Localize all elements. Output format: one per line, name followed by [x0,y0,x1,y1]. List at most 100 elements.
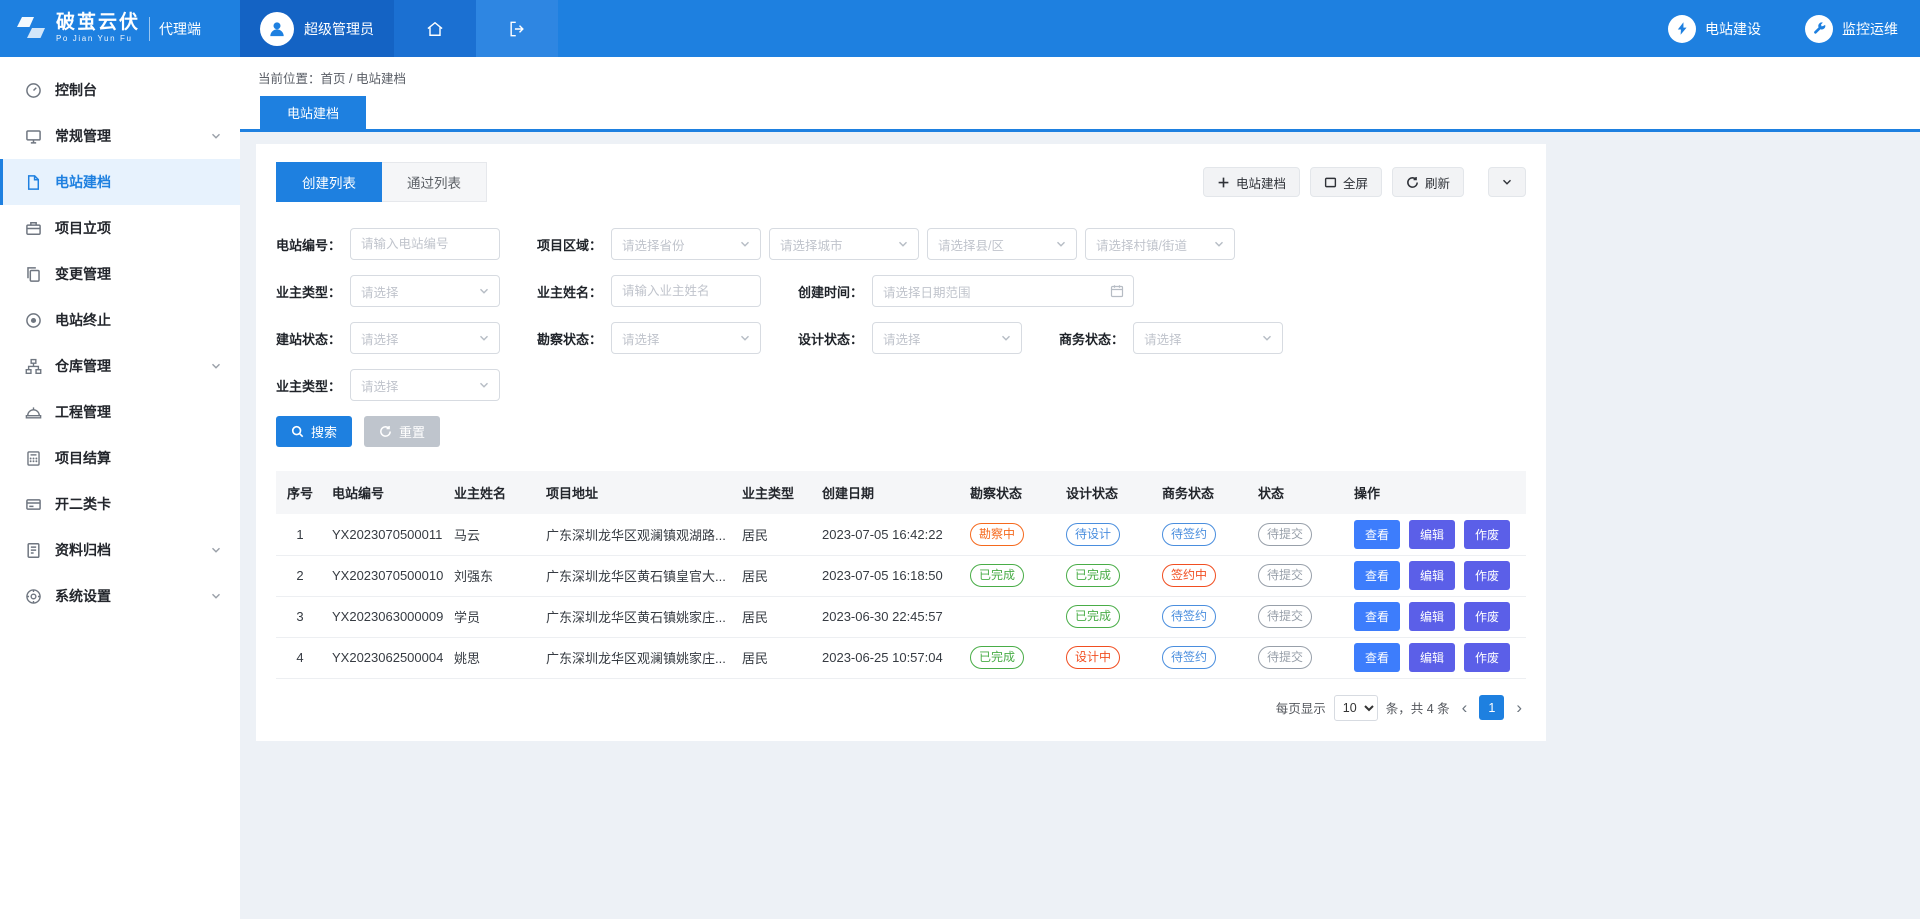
column-header: 操作 [1346,471,1526,514]
file-icon [25,174,42,191]
void-button[interactable]: 作废 [1464,561,1510,590]
sidebar-item-system-settings[interactable]: 系统设置 [0,573,240,619]
list-tabs: 创建列表 通过列表 [276,162,487,202]
owner-type-select-2[interactable]: 请选择 [350,369,500,401]
fullscreen-button[interactable]: 全屏 [1310,167,1382,197]
date-placeholder: 请选择日期范围 [883,282,971,301]
chevron-down-icon [1055,238,1067,250]
logo: 破茧云伏 Po Jian Yun Fu 代理端 [0,0,240,57]
chevron-down-icon [1000,332,1012,344]
logout-button[interactable] [476,0,558,57]
status-pill: 勘察中 [970,523,1024,546]
edit-button[interactable]: 编辑 [1409,643,1455,672]
nav-station-construction[interactable]: 电站建设 [1646,0,1783,57]
prev-page-button[interactable]: ‹ [1458,699,1472,716]
reset-button[interactable]: 重置 [364,416,440,447]
station-no-input[interactable] [350,228,500,260]
cell-owner: 姚思 [446,637,538,678]
void-button[interactable]: 作废 [1464,602,1510,631]
collapse-filters-button[interactable] [1488,167,1526,197]
nav-monitor-ops[interactable]: 监控运维 [1783,0,1920,57]
sidebar-item-station-archive[interactable]: 电站建档 [0,159,240,205]
stations-table: 序号电站编号业主姓名项目地址业主类型创建日期勘察状态设计状态商务状态状态操作1Y… [276,471,1526,679]
logo-divider [149,17,150,41]
copy-icon [25,266,42,283]
sidebar-item-data-archive[interactable]: 资料归档 [0,527,240,573]
edit-button[interactable]: 编辑 [1409,561,1455,590]
chevron-down-icon [210,360,222,372]
sidebar-item-second-class-card[interactable]: 开二类卡 [0,481,240,527]
edit-button[interactable]: 编辑 [1409,520,1455,549]
page-1-button[interactable]: 1 [1479,695,1504,720]
plus-icon [1217,176,1230,189]
nav-label: 监控运维 [1842,19,1898,39]
settings-icon [25,588,42,605]
home-button[interactable] [394,0,476,57]
sidebar-item-engineering-mgmt[interactable]: 工程管理 [0,389,240,435]
topbar-spacer [558,0,1646,57]
cell-design-status: 已完成 [1058,596,1154,637]
cell-created: 2023-06-25 10:57:04 [814,637,962,678]
sidebar-item-station-termination[interactable]: 电站终止 [0,297,240,343]
chevron-down-icon [739,238,751,250]
design-status-select[interactable]: 请选择 [872,322,1022,354]
view-button[interactable]: 查看 [1354,561,1400,590]
village-select[interactable]: 请选择村镇/街道 [1085,228,1235,260]
sidebar-item-console[interactable]: 控制台 [0,67,240,113]
owner-name-input[interactable] [611,275,761,307]
fullscreen-icon [1324,176,1337,189]
build-status-select[interactable]: 请选择 [350,322,500,354]
search-button[interactable]: 搜索 [276,416,352,447]
survey-status-select[interactable]: 请选择 [611,322,761,354]
sidebar-item-project-initiation[interactable]: 项目立项 [0,205,240,251]
sidebar-item-general-mgmt[interactable]: 常规管理 [0,113,240,159]
column-header: 商务状态 [1154,471,1250,514]
status-pill: 待提交 [1258,646,1312,669]
view-button[interactable]: 查看 [1354,602,1400,631]
sidebar-item-label: 项目立项 [55,218,111,238]
edit-button[interactable]: 编辑 [1409,602,1455,631]
refresh-icon [1406,176,1419,189]
select-placeholder: 请选择 [361,376,399,395]
logo-text: 破茧云伏 Po Jian Yun Fu [56,13,140,43]
column-header: 序号 [276,471,324,514]
sidebar-item-change-mgmt[interactable]: 变更管理 [0,251,240,297]
cell-owner: 刘强东 [446,555,538,596]
view-button[interactable]: 查看 [1354,643,1400,672]
district-select[interactable]: 请选择县/区 [927,228,1077,260]
sidebar-item-label: 变更管理 [55,264,111,284]
filter-row: 电站编号：项目区域：请选择省份请选择城市请选择县/区请选择村镇/街道 [276,228,1526,260]
cell-address: 广东深圳龙华区黄石镇姚家庄... [538,596,734,637]
page-tab-station-archive[interactable]: 电站建档 [260,96,366,129]
breadcrumb-home[interactable]: 首页 [321,72,346,86]
tab-passed-list[interactable]: 通过列表 [382,162,487,202]
sidebar-item-warehouse-mgmt[interactable]: 仓库管理 [0,343,240,389]
cell-business-status: 待签约 [1154,596,1250,637]
city-select[interactable]: 请选择城市 [769,228,919,260]
date-range-input[interactable]: 请选择日期范围 [872,275,1134,307]
per-page-select[interactable]: 10 [1334,695,1378,721]
void-button[interactable]: 作废 [1464,643,1510,672]
network-icon [25,358,42,375]
cell-status: 待提交 [1250,514,1346,555]
user-menu[interactable]: 超级管理员 [240,0,394,57]
chevron-down-icon [478,285,490,297]
cell-survey-status: 已完成 [962,555,1058,596]
business-status-select[interactable]: 请选择 [1133,322,1283,354]
column-header: 状态 [1250,471,1346,514]
cell-station-no: YX2023070500010 [324,555,446,596]
filter-label: 商务状态： [1059,329,1124,348]
view-button[interactable]: 查看 [1354,520,1400,549]
status-pill: 待签约 [1162,646,1216,669]
next-page-button[interactable]: › [1512,699,1526,716]
sidebar-item-project-settlement[interactable]: 项目结算 [0,435,240,481]
logout-icon [507,19,527,39]
void-button[interactable]: 作废 [1464,520,1510,549]
province-select[interactable]: 请选择省份 [611,228,761,260]
breadcrumb-prefix: 当前位置： [258,72,321,86]
add-station-button[interactable]: 电站建档 [1203,167,1300,197]
column-header: 项目地址 [538,471,734,514]
refresh-button[interactable]: 刷新 [1392,167,1464,197]
owner-type-select[interactable]: 请选择 [350,275,500,307]
tab-create-list[interactable]: 创建列表 [276,162,382,202]
